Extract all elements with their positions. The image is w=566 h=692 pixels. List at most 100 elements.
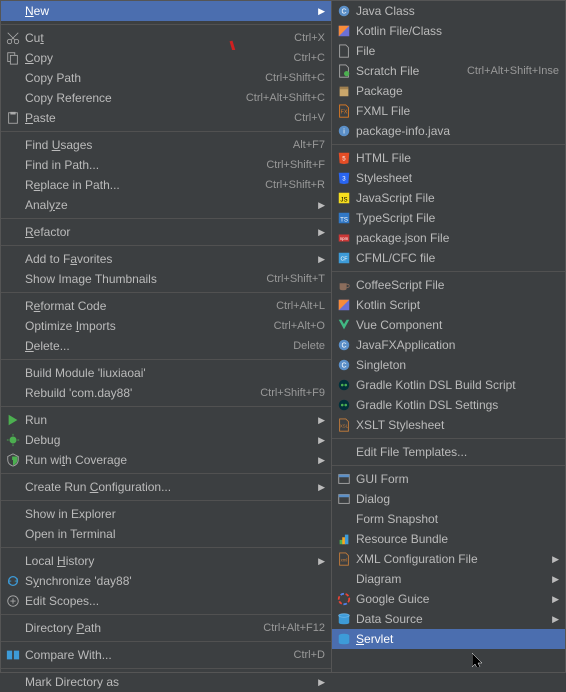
- js-icon: JS: [336, 190, 352, 206]
- submenu-arrow-icon: ▶: [318, 482, 325, 493]
- menu-item-replace-in-path[interactable]: Replace in Path...Ctrl+Shift+R: [1, 175, 331, 195]
- menu-item-coffeescript-file[interactable]: CoffeeScript File: [332, 275, 565, 295]
- run-icon: [5, 412, 21, 428]
- menu-item-shortcut: Ctrl+D: [294, 649, 325, 661]
- svg-text:npm: npm: [340, 236, 349, 241]
- menu-item-dialog[interactable]: Dialog: [332, 489, 565, 509]
- menu-item-new[interactable]: New▶: [1, 1, 331, 21]
- menu-item-synchronize-day88[interactable]: Synchronize 'day88': [1, 571, 331, 591]
- menu-item-build-module-liuxiaoai[interactable]: Build Module 'liuxiaoai': [1, 363, 331, 383]
- menu-item-singleton[interactable]: CSingleton: [332, 355, 565, 375]
- menu-item-xslt-stylesheet[interactable]: XSLXSLT Stylesheet: [332, 415, 565, 435]
- menu-item-directory-path[interactable]: Directory PathCtrl+Alt+F12: [1, 618, 331, 638]
- menu-item-label: HTML File: [356, 151, 559, 165]
- blank-icon: [5, 365, 21, 381]
- menu-item-local-history[interactable]: Local History▶: [1, 551, 331, 571]
- menu-item-gradle-kotlin-dsl-settings[interactable]: Gradle Kotlin DSL Settings: [332, 395, 565, 415]
- menu-item-servlet[interactable]: Servlet: [332, 629, 565, 649]
- menu-item-cut[interactable]: CutCtrl+X: [1, 28, 331, 48]
- menu-item-shortcut: Ctrl+Shift+F9: [260, 387, 325, 399]
- menu-item-gradle-kotlin-dsl-build-script[interactable]: Gradle Kotlin DSL Build Script: [332, 375, 565, 395]
- bundle-icon: [336, 531, 352, 547]
- menu-item-package[interactable]: Package: [332, 81, 565, 101]
- gradle-icon: [336, 377, 352, 393]
- menu-item-label: package-info.java: [356, 124, 559, 138]
- menu-item-label: Resource Bundle: [356, 532, 559, 546]
- menu-item-compare-with[interactable]: Compare With...Ctrl+D: [1, 645, 331, 665]
- menu-item-javascript-file[interactable]: JSJavaScript File: [332, 188, 565, 208]
- menu-item-analyze[interactable]: Analyze▶: [1, 195, 331, 215]
- menu-item-typescript-file[interactable]: TSTypeScript File: [332, 208, 565, 228]
- menu-item-label: TypeScript File: [356, 211, 559, 225]
- menu-item-delete[interactable]: Delete...Delete: [1, 336, 331, 356]
- menu-item-data-source[interactable]: Data Source ▶: [332, 609, 565, 629]
- menu-separator: [332, 465, 565, 466]
- menu-item-create-run-configuration[interactable]: Create Run Configuration...▶: [1, 477, 331, 497]
- menu-item-reformat-code[interactable]: Reformat CodeCtrl+Alt+L: [1, 296, 331, 316]
- menu-item-copy-reference[interactable]: Copy ReferenceCtrl+Alt+Shift+C: [1, 88, 331, 108]
- menu-item-copy-path[interactable]: Copy PathCtrl+Shift+C: [1, 68, 331, 88]
- menu-item-gui-form[interactable]: GUI Form: [332, 469, 565, 489]
- blank-icon: [5, 506, 21, 522]
- menu-item-run-with-coverage[interactable]: Run with Coverage▶: [1, 450, 331, 470]
- menu-item-label: package.json File: [356, 231, 559, 245]
- menu-item-mark-directory-as[interactable]: Mark Directory as ▶: [1, 672, 331, 692]
- menu-item-package-json-file[interactable]: npm package.json File: [332, 228, 565, 248]
- menu-item-kotlin-file-class[interactable]: Kotlin File/Class: [332, 21, 565, 41]
- submenu-arrow-icon: ▶: [552, 594, 559, 605]
- menu-item-file[interactable]: File: [332, 41, 565, 61]
- menu-item-edit-scopes[interactable]: Edit Scopes...: [1, 591, 331, 611]
- menu-item-find-usages[interactable]: Find UsagesAlt+F7: [1, 135, 331, 155]
- menu-item-label: Mark Directory as: [25, 675, 314, 689]
- menu-item-package-info-java[interactable]: ipackage-info.java: [332, 121, 565, 141]
- menu-item-label: Data Source: [356, 612, 548, 626]
- menu-item-html-file[interactable]: 5HTML File: [332, 148, 565, 168]
- menu-item-refactor[interactable]: Refactor▶: [1, 222, 331, 242]
- blank-icon: [336, 444, 352, 460]
- debug-icon: [5, 432, 21, 448]
- menu-item-stylesheet[interactable]: 3Stylesheet: [332, 168, 565, 188]
- menu-item-cfml-cfc-file[interactable]: CFCFML/CFC file: [332, 248, 565, 268]
- menu-separator: [1, 406, 331, 407]
- menu-item-vue-component[interactable]: Vue Component: [332, 315, 565, 335]
- menu-item-javafxapplication[interactable]: CJavaFXApplication: [332, 335, 565, 355]
- menu-item-label: Dialog: [356, 492, 559, 506]
- menu-item-label: Diagram: [356, 572, 548, 586]
- blank-icon: [5, 526, 21, 542]
- menu-item-label: Local History: [25, 554, 314, 568]
- blank-icon: [5, 298, 21, 314]
- blank-icon: [5, 70, 21, 86]
- menu-item-rebuild-com-day88[interactable]: Rebuild 'com.day88'Ctrl+Shift+F9: [1, 383, 331, 403]
- menu-item-xml-configuration-file[interactable]: xmlXML Configuration File▶: [332, 549, 565, 569]
- menu-item-resource-bundle[interactable]: Resource Bundle: [332, 529, 565, 549]
- menu-item-label: Directory Path: [25, 621, 255, 635]
- menu-item-optimize-imports[interactable]: Optimize ImportsCtrl+Alt+O: [1, 316, 331, 336]
- menu-item-fxml-file[interactable]: FXFXML File: [332, 101, 565, 121]
- menu-item-add-to-favorites[interactable]: Add to Favorites▶: [1, 249, 331, 269]
- menu-item-show-in-explorer[interactable]: Show in Explorer: [1, 504, 331, 524]
- menu-item-label: Copy Reference: [25, 91, 238, 105]
- menu-item-copy[interactable]: CopyCtrl+C: [1, 48, 331, 68]
- menu-item-kotlin-script[interactable]: Kotlin Script: [332, 295, 565, 315]
- blank-icon: [336, 511, 352, 527]
- submenu-arrow-icon: ▶: [318, 677, 325, 688]
- menu-item-diagram[interactable]: Diagram▶: [332, 569, 565, 589]
- menu-item-shortcut: Ctrl+Shift+C: [265, 72, 325, 84]
- menu-item-paste[interactable]: PasteCtrl+V: [1, 108, 331, 128]
- submenu-arrow-icon: ▶: [552, 614, 559, 625]
- menu-item-label: Delete...: [25, 339, 285, 353]
- menu-item-find-in-path[interactable]: Find in Path...Ctrl+Shift+F: [1, 155, 331, 175]
- menu-item-google-guice[interactable]: Google Guice▶: [332, 589, 565, 609]
- menu-item-form-snapshot[interactable]: Form Snapshot: [332, 509, 565, 529]
- menu-item-shortcut: Alt+F7: [293, 139, 325, 151]
- menu-item-debug[interactable]: Debug▶: [1, 430, 331, 450]
- menu-item-show-image-thumbnails[interactable]: Show Image ThumbnailsCtrl+Shift+T: [1, 269, 331, 289]
- menu-item-run[interactable]: Run▶: [1, 410, 331, 430]
- menu-item-label: Kotlin Script: [356, 298, 559, 312]
- menu-item-label: CoffeeScript File: [356, 278, 559, 292]
- copy-icon: [5, 50, 21, 66]
- menu-item-open-in-terminal[interactable]: Open in Terminal: [1, 524, 331, 544]
- menu-item-edit-file-templates[interactable]: Edit File Templates...: [332, 442, 565, 462]
- menu-item-java-class[interactable]: CJava Class: [332, 1, 565, 21]
- menu-item-scratch-file[interactable]: Scratch FileCtrl+Alt+Shift+Inse: [332, 61, 565, 81]
